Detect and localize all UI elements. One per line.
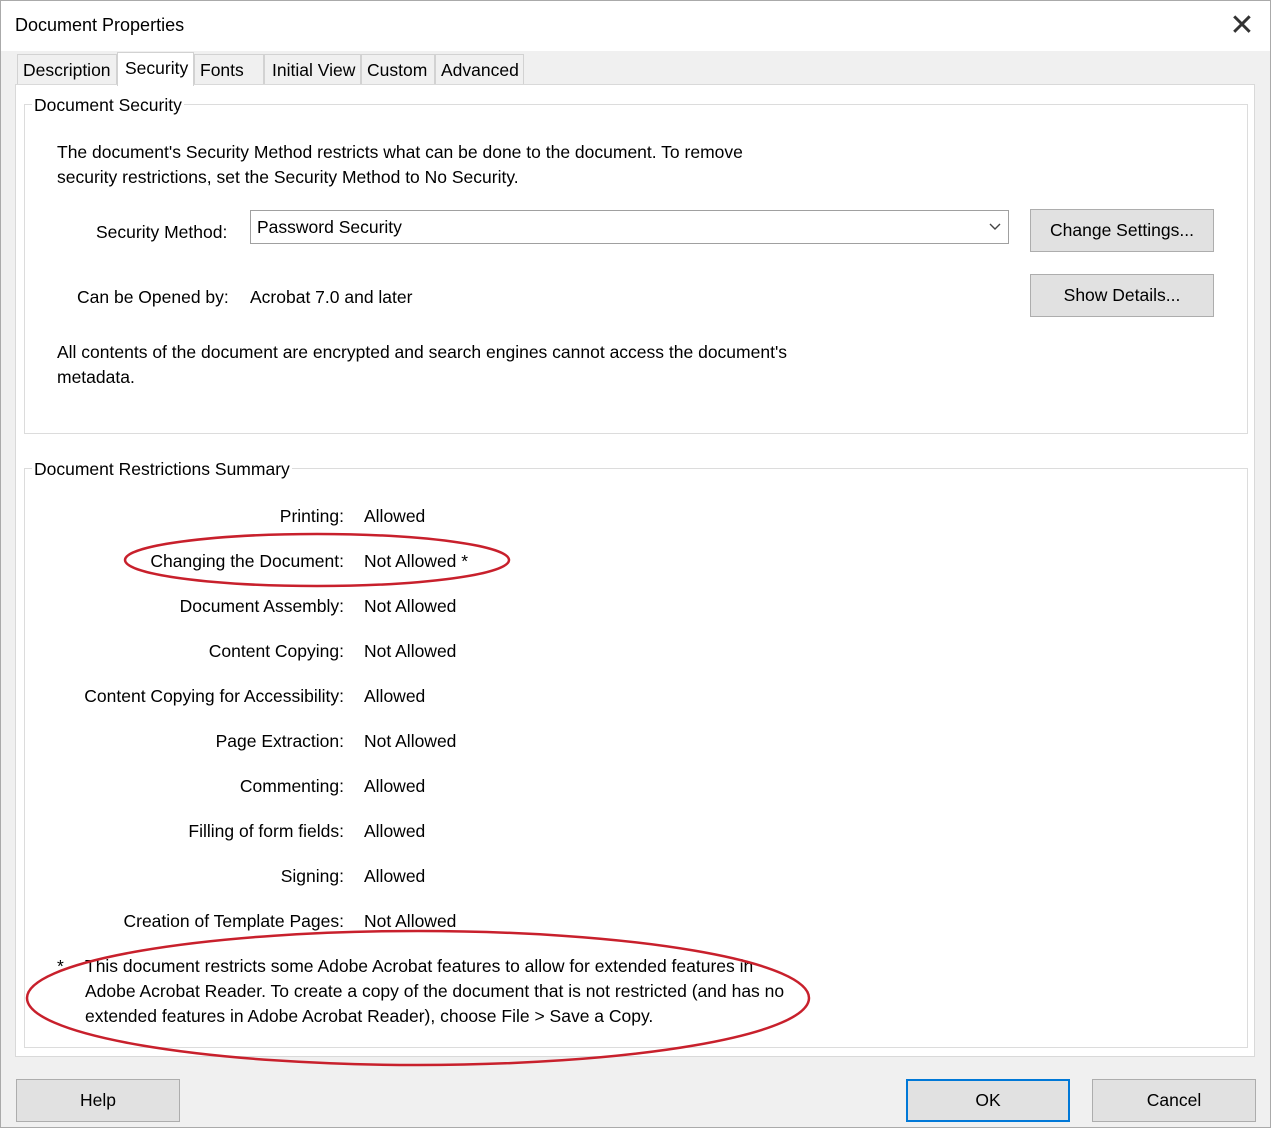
- restriction-label: Signing:: [280, 866, 344, 886]
- ok-button[interactable]: OK: [906, 1079, 1070, 1122]
- opened-by-label: Can be Opened by:: [77, 287, 229, 307]
- security-intro-text-2: security restrictions, set the Security …: [57, 167, 519, 187]
- restriction-label: Changing the Document:: [150, 551, 344, 571]
- restriction-value: Allowed: [364, 776, 426, 796]
- tab-description[interactable]: Description: [17, 54, 117, 85]
- footnote-text-2: Adobe Acrobat Reader. To create a copy o…: [85, 981, 785, 1001]
- restriction-label: Printing:: [279, 506, 344, 526]
- restriction-value: Not Allowed *: [364, 551, 469, 571]
- change-settings-button[interactable]: Change Settings...: [1030, 209, 1214, 252]
- title-bar: Document Properties ✕: [1, 1, 1270, 51]
- tab-fonts[interactable]: Fonts: [194, 54, 264, 85]
- encryption-note-2: metadata.: [57, 367, 135, 387]
- restriction-value: Not Allowed: [364, 731, 457, 751]
- cancel-button[interactable]: Cancel: [1092, 1079, 1256, 1122]
- show-details-button[interactable]: Show Details...: [1030, 274, 1214, 317]
- restriction-label: Content Copying:: [208, 641, 344, 661]
- window-title: Document Properties: [15, 15, 185, 35]
- restriction-label: Document Assembly:: [179, 596, 344, 616]
- close-button[interactable]: ✕: [1214, 1, 1270, 51]
- restriction-value: Allowed: [364, 821, 426, 841]
- tab-custom[interactable]: Custom: [361, 54, 435, 85]
- security-intro-text: The document's Security Method restricts…: [57, 142, 743, 162]
- tab-advanced[interactable]: Advanced: [435, 54, 524, 85]
- document-properties-dialog: Document Properties ✕ Description Securi…: [0, 0, 1271, 1128]
- restriction-value: Allowed: [364, 506, 426, 526]
- security-method-value: Password Security: [257, 217, 402, 237]
- footnote-text-3: extended features in Adobe Acrobat Reade…: [85, 1006, 654, 1026]
- security-method-label: Security Method:: [96, 222, 228, 242]
- restriction-value: Not Allowed: [364, 641, 457, 661]
- opened-by-value: Acrobat 7.0 and later: [250, 287, 413, 307]
- restrictions-summary-legend: Document Restrictions Summary: [32, 459, 292, 480]
- restriction-value: Not Allowed: [364, 911, 457, 931]
- footnote-text: This document restricts some Adobe Acrob…: [85, 956, 754, 976]
- encryption-note: All contents of the document are encrypt…: [57, 342, 788, 362]
- help-button[interactable]: Help: [16, 1079, 180, 1122]
- restriction-label: Filling of form fields:: [188, 821, 344, 841]
- restriction-value: Allowed: [364, 686, 426, 706]
- restriction-label: Content Copying for Accessibility:: [84, 686, 344, 706]
- restriction-value: Not Allowed: [364, 596, 457, 616]
- tab-initial-view[interactable]: Initial View: [264, 54, 361, 85]
- chevron-down-icon: [981, 211, 1008, 243]
- restriction-label: Commenting:: [239, 776, 344, 796]
- restriction-label: Creation of Template Pages:: [123, 911, 344, 931]
- footnote-marker: *: [57, 956, 64, 976]
- restriction-value: Allowed: [364, 866, 426, 886]
- close-icon: ✕: [1229, 9, 1255, 42]
- security-tab-panel: Document Security The document's Securit…: [15, 84, 1255, 1057]
- restriction-label: Page Extraction:: [215, 731, 344, 751]
- security-method-select[interactable]: Password Security: [250, 210, 1009, 244]
- tab-security[interactable]: Security: [117, 52, 194, 86]
- document-security-legend: Document Security: [32, 95, 184, 116]
